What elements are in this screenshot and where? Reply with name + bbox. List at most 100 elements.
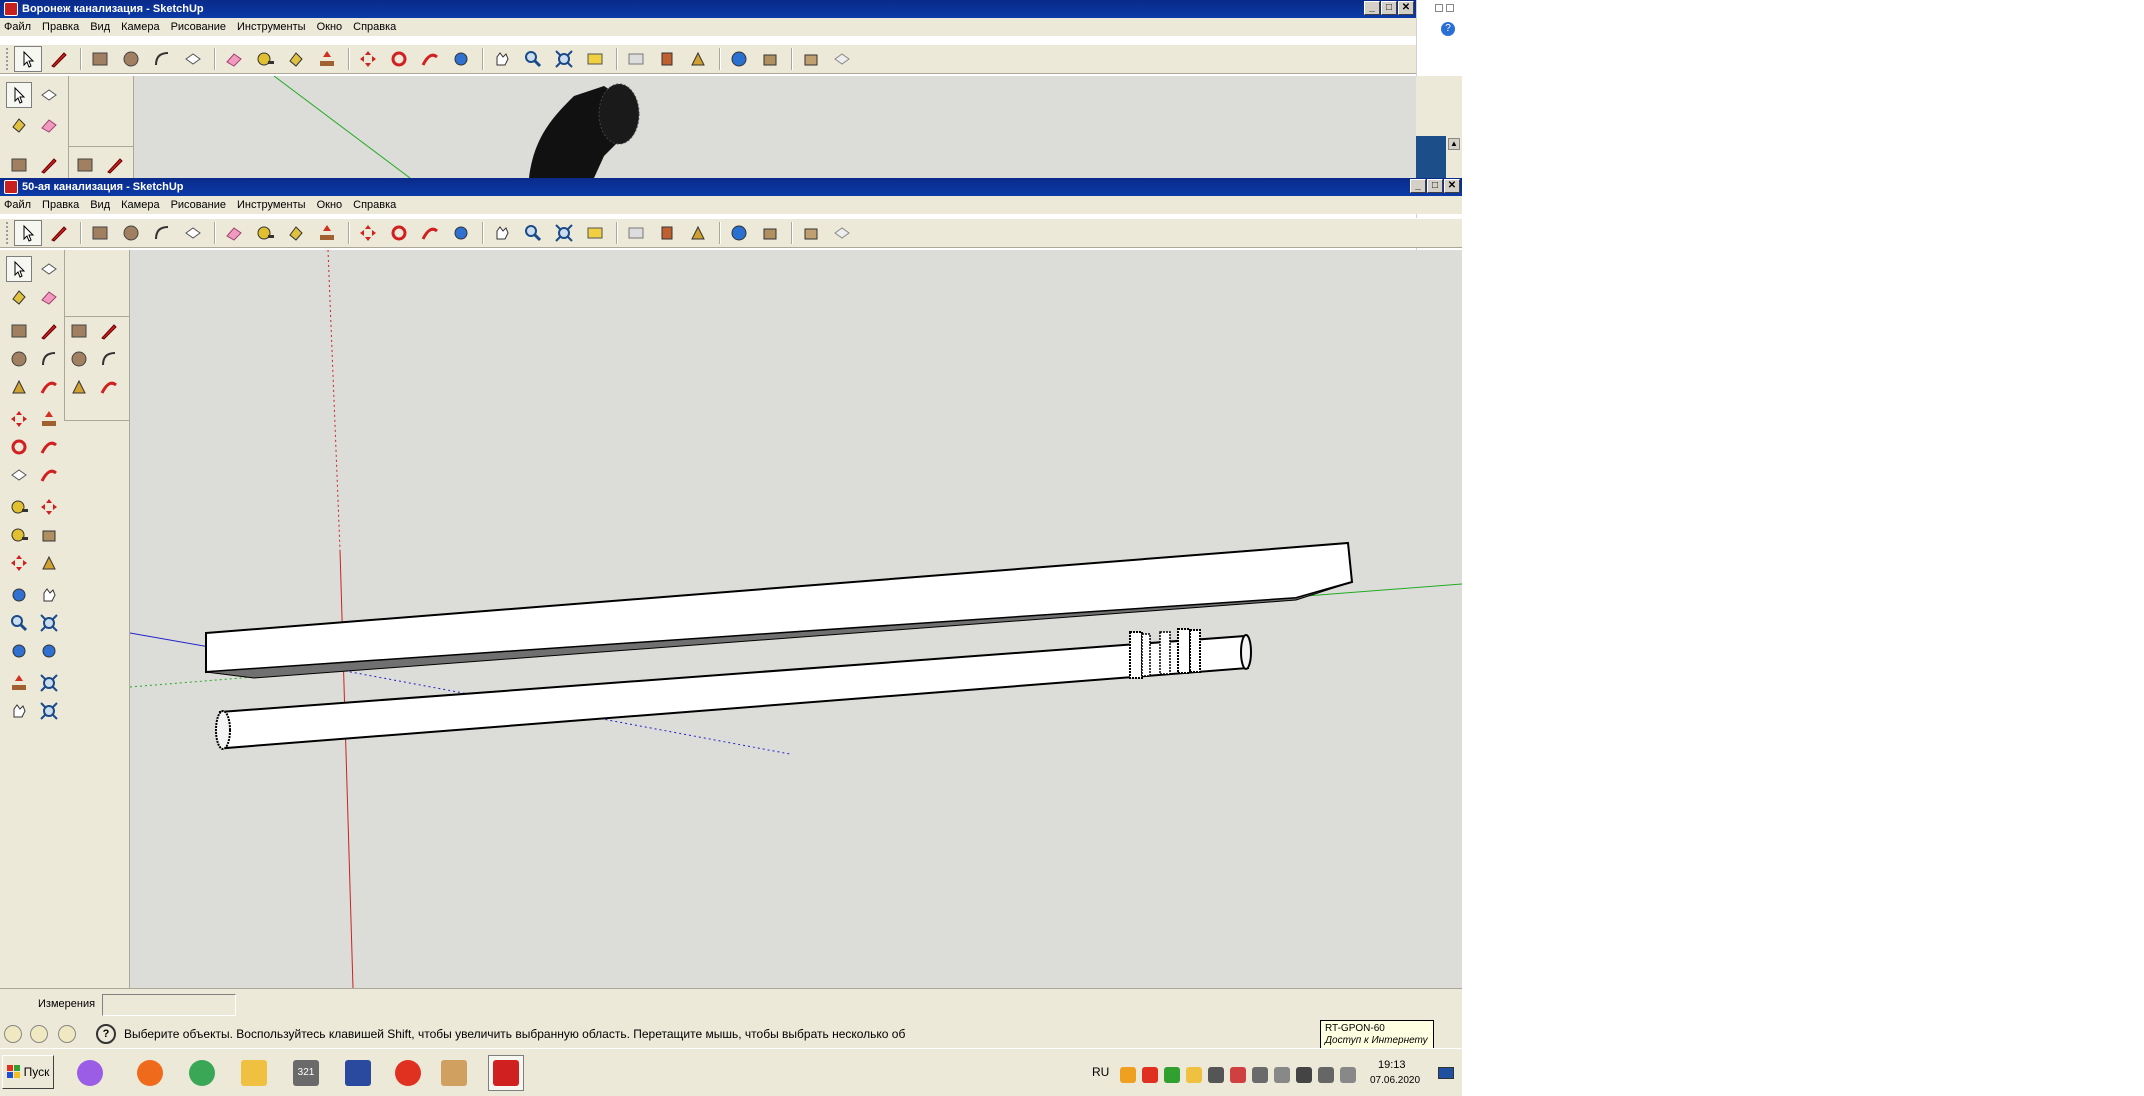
zoom-button[interactable]	[519, 220, 547, 246]
menu-help[interactable]: Справка	[353, 199, 396, 211]
volume-icon[interactable]	[1318, 1067, 1334, 1083]
network-icon[interactable]	[1208, 1067, 1224, 1083]
security-icon[interactable]	[1252, 1067, 1268, 1083]
front-window-viewport[interactable]	[130, 250, 1462, 988]
copyright-icon[interactable]	[58, 1025, 76, 1043]
circle-button[interactable]	[117, 46, 145, 72]
make-component-tool[interactable]	[6, 462, 32, 488]
eraser-tool[interactable]	[36, 112, 62, 138]
yandex-disk-icon[interactable]	[1120, 1067, 1136, 1083]
chrome-taskbar-button[interactable]	[184, 1055, 220, 1091]
restore-button[interactable]: □	[1427, 179, 1443, 193]
arc-tool[interactable]	[36, 346, 62, 372]
add-location-button[interactable]	[581, 220, 609, 246]
menu-view[interactable]: Вид	[90, 199, 110, 211]
menu-file[interactable]: Файл	[4, 21, 31, 33]
share-model-tool[interactable]	[66, 374, 92, 400]
share-component-button[interactable]	[797, 220, 825, 246]
sketchup-taskbar-button[interactable]	[488, 1055, 524, 1091]
help-icon[interactable]: ?	[1441, 22, 1455, 36]
rectangle-tool[interactable]	[6, 318, 32, 344]
add-location-button[interactable]	[581, 46, 609, 72]
media-taskbar-button[interactable]: 321	[288, 1055, 324, 1091]
make-component-button[interactable]	[179, 220, 207, 246]
move-button[interactable]	[354, 46, 382, 72]
warehouse-button[interactable]	[828, 46, 856, 72]
pan-button[interactable]	[488, 220, 516, 246]
circle-tool[interactable]	[66, 346, 92, 372]
warehouse-button[interactable]	[828, 220, 856, 246]
make-component-tool[interactable]	[36, 256, 62, 282]
orbit-tool[interactable]	[6, 638, 32, 664]
arc-button[interactable]	[148, 46, 176, 72]
pan-tool[interactable]	[6, 698, 32, 724]
rectangle-button[interactable]	[86, 46, 114, 72]
minimize-button[interactable]: _	[1410, 179, 1426, 193]
zoom-extents-tool[interactable]	[36, 610, 62, 636]
move-tool[interactable]	[6, 550, 32, 576]
select-tool[interactable]	[6, 256, 32, 282]
share-model-tool[interactable]	[6, 374, 32, 400]
component-tool[interactable]	[36, 82, 62, 108]
close-button[interactable]: ✕	[1398, 1, 1414, 15]
menu-help[interactable]: Справка	[353, 21, 396, 33]
menu-draw[interactable]: Рисование	[171, 199, 226, 211]
rotate-button[interactable]	[385, 220, 413, 246]
move-button[interactable]	[354, 220, 382, 246]
menu-view[interactable]: Вид	[90, 21, 110, 33]
close-button[interactable]: ✕	[1444, 179, 1460, 193]
signal-icon[interactable]	[1296, 1067, 1312, 1083]
tape-measure-tool[interactable]	[6, 522, 32, 548]
instructor-help-icon[interactable]: ?	[96, 1024, 116, 1044]
paint-bucket-tool[interactable]	[6, 284, 32, 310]
toolbar-grip[interactable]	[6, 48, 10, 70]
language-indicator[interactable]: RU	[1092, 1065, 1109, 1079]
save-taskbar-button[interactable]	[340, 1055, 376, 1091]
rectangle-tool[interactable]	[66, 318, 92, 344]
minimize-button[interactable]: _	[1364, 1, 1380, 15]
pan-tool[interactable]	[36, 582, 62, 608]
photo-textures-button[interactable]	[725, 46, 753, 72]
get-models-3d-button[interactable]	[756, 46, 784, 72]
rotate-button[interactable]	[385, 46, 413, 72]
get-models-button[interactable]	[653, 46, 681, 72]
zoom-tool[interactable]	[6, 610, 32, 636]
make-component-button[interactable]	[179, 46, 207, 72]
menu-draw[interactable]: Рисование	[171, 21, 226, 33]
orbit-tool[interactable]	[36, 638, 62, 664]
front-window-titlebar[interactable]: 50-ая канализация - SketchUp _ □ ✕	[0, 178, 1462, 196]
share-model-tool[interactable]	[36, 550, 62, 576]
menu-edit[interactable]: Правка	[42, 21, 79, 33]
menu-camera[interactable]: Камера	[121, 21, 159, 33]
menu-tools[interactable]: Инструменты	[237, 21, 306, 33]
paint-taskbar-button[interactable]	[436, 1055, 472, 1091]
menu-edit[interactable]: Правка	[42, 199, 79, 211]
pencil-button[interactable]	[45, 220, 73, 246]
show-desktop-icon[interactable]	[1438, 1067, 1454, 1079]
menu-camera[interactable]: Камера	[121, 199, 159, 211]
back-window-titlebar[interactable]: Воронеж канализация - SketchUp _ □ ✕	[0, 0, 1416, 18]
geo-location-icon[interactable]	[4, 1025, 22, 1043]
follow-me-tool[interactable]	[36, 434, 62, 460]
alice-taskbar-button[interactable]	[72, 1055, 108, 1091]
firefox-taskbar-button[interactable]	[132, 1055, 168, 1091]
clock-date[interactable]: 07.06.2020	[1370, 1075, 1420, 1086]
share-model-button[interactable]	[684, 220, 712, 246]
follow-me-tool[interactable]	[96, 374, 122, 400]
push-pull-tool[interactable]	[36, 406, 62, 432]
credits-icon[interactable]	[30, 1025, 48, 1043]
tape-measure-tool[interactable]	[6, 494, 32, 520]
menu-tools[interactable]: Инструменты	[237, 199, 306, 211]
menu-file[interactable]: Файл	[4, 199, 31, 211]
zoom-extents-tool[interactable]	[36, 698, 62, 724]
pencil-button[interactable]	[45, 46, 73, 72]
update-icon[interactable]	[1164, 1067, 1180, 1083]
photo-textures-button[interactable]	[725, 220, 753, 246]
measurements-input[interactable]	[102, 994, 236, 1016]
paint-bucket-tool[interactable]	[6, 112, 32, 138]
back-window-viewport[interactable]	[134, 76, 1416, 178]
maximize-button[interactable]: □	[1381, 1, 1397, 15]
yandex-browser-icon[interactable]	[1142, 1067, 1158, 1083]
paint-bucket-button[interactable]	[282, 46, 310, 72]
move-tool[interactable]	[36, 494, 62, 520]
